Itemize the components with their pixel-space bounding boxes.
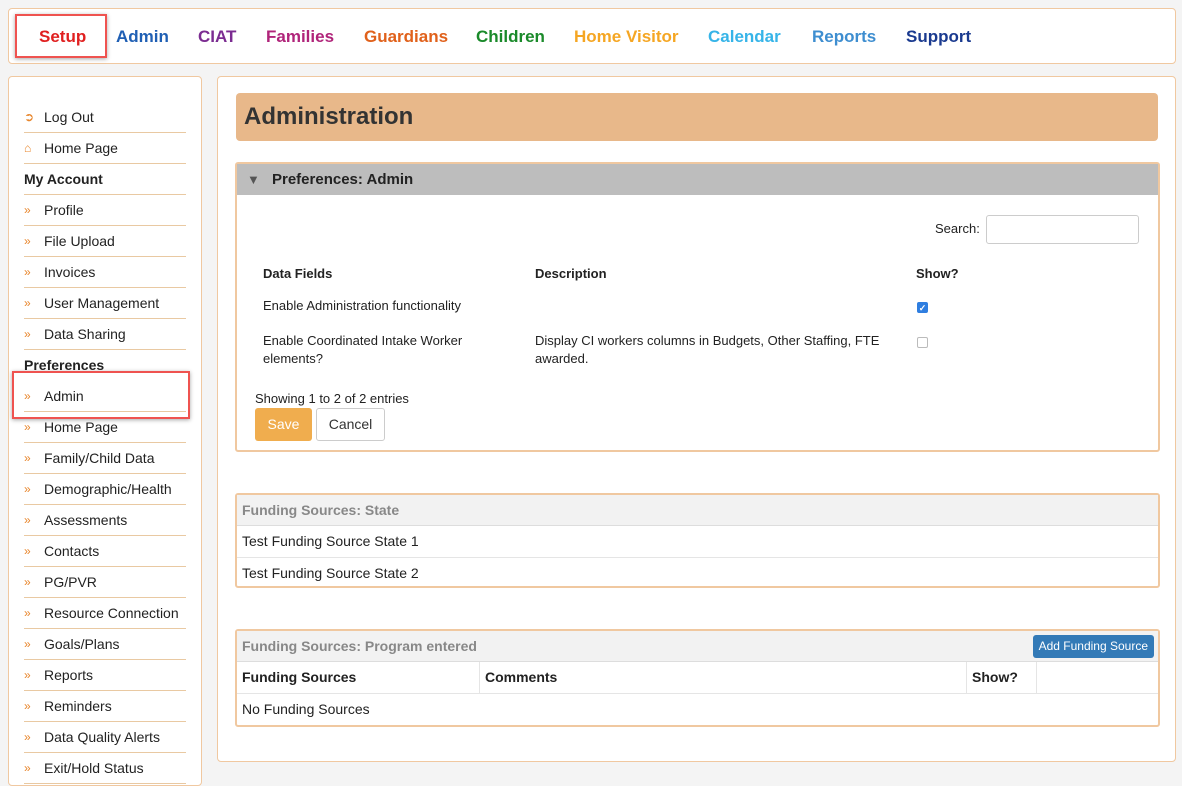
top-navigation: Setup Admin CIAT Families Guardians Chil…	[8, 8, 1176, 64]
sidebar-item-pref-exit-hold-status[interactable]: » Exit/Hold Status	[24, 753, 186, 784]
double-chevron-icon: »	[24, 265, 31, 279]
table-row: Test Funding Source State 2	[242, 565, 419, 581]
nav-reports[interactable]: Reports	[812, 27, 876, 47]
my-account-heading: My Account	[24, 164, 186, 195]
program-table-header: Funding Sources Comments Show?	[237, 662, 1158, 694]
main-content: Administration ▼ Preferences: Admin Sear…	[217, 76, 1176, 762]
page-title: Administration	[236, 93, 1158, 141]
double-chevron-icon: »	[24, 699, 31, 713]
sidebar-item-profile[interactable]: » Profile	[24, 195, 186, 226]
col-header-data-fields: Data Fields	[263, 266, 333, 281]
sidebar-item-pref-reports[interactable]: » Reports	[24, 660, 186, 691]
sign-out-icon: ➲	[24, 110, 35, 124]
nav-families[interactable]: Families	[266, 27, 334, 47]
nav-admin[interactable]: Admin	[116, 27, 169, 47]
row1-show-checkbox[interactable]: ✓	[917, 302, 928, 313]
sidebar-item-home-page[interactable]: ⌂ Home Page	[24, 133, 186, 164]
col-header-show[interactable]: Show?	[967, 662, 1037, 693]
nav-home-visitor[interactable]: Home Visitor	[574, 27, 679, 47]
empty-table-message: No Funding Sources	[242, 701, 370, 717]
sidebar-item-pref-pg-pvr[interactable]: » PG/PVR	[24, 567, 186, 598]
double-chevron-icon: »	[24, 296, 31, 310]
double-chevron-icon: »	[24, 389, 31, 403]
collapse-triangle-icon: ▼	[247, 172, 260, 187]
preferences-panel: ▼ Preferences: Admin Search: Data Fields…	[235, 162, 1160, 452]
sidebar-item-pref-home-page[interactable]: » Home Page	[24, 412, 186, 443]
sidebar-item-pref-resource-connection[interactable]: » Resource Connection	[24, 598, 186, 629]
save-button[interactable]: Save	[255, 408, 312, 441]
col-header-comments[interactable]: Comments	[480, 662, 967, 693]
row1-field: Enable Administration functionality	[263, 298, 462, 313]
row2-description-line2: awarded.	[535, 351, 589, 366]
sidebar-item-file-upload[interactable]: » File Upload	[24, 226, 186, 257]
sidebar-item-pref-data-quality-alerts[interactable]: » Data Quality Alerts	[24, 722, 186, 753]
state-funding-panel: Funding Sources: State Test Funding Sour…	[235, 493, 1160, 588]
double-chevron-icon: »	[24, 606, 31, 620]
sidebar-item-pref-contacts[interactable]: » Contacts	[24, 536, 186, 567]
sidebar-item-pref-admin[interactable]: » Admin	[24, 381, 186, 412]
program-funding-panel: Funding Sources: Program entered Add Fun…	[235, 629, 1160, 727]
sidebar-item-invoices[interactable]: » Invoices	[24, 257, 186, 288]
preferences-panel-header[interactable]: ▼ Preferences: Admin	[237, 164, 1158, 195]
row2-field-line2: elements?	[263, 351, 323, 366]
double-chevron-icon: »	[24, 451, 31, 465]
double-chevron-icon: »	[24, 668, 31, 682]
search-input[interactable]	[986, 215, 1139, 244]
double-chevron-icon: »	[24, 234, 31, 248]
sidebar-item-pref-demographic-health[interactable]: » Demographic/Health	[24, 474, 186, 505]
nav-setup[interactable]: Setup	[39, 27, 86, 47]
add-funding-source-button[interactable]: Add Funding Source	[1032, 635, 1154, 658]
double-chevron-icon: »	[24, 327, 31, 341]
sidebar-item-log-out[interactable]: ➲ Log Out	[24, 102, 186, 133]
col-header-funding-sources[interactable]: Funding Sources	[237, 662, 480, 693]
nav-calendar[interactable]: Calendar	[708, 27, 781, 47]
program-funding-header: Funding Sources: Program entered Add Fun…	[237, 631, 1158, 662]
sidebar-item-user-management[interactable]: » User Management	[24, 288, 186, 319]
home-icon: ⌂	[24, 141, 32, 155]
double-chevron-icon: »	[24, 203, 31, 217]
double-chevron-icon: »	[24, 761, 31, 775]
row2-show-checkbox[interactable]	[917, 337, 928, 348]
col-header-show: Show?	[916, 266, 959, 281]
state-funding-header: Funding Sources: State	[237, 495, 1158, 526]
sidebar-item-pref-reminders[interactable]: » Reminders	[24, 691, 186, 722]
sidebar: ➲ Log Out ⌂ Home Page My Account » Profil…	[8, 76, 202, 786]
col-header-description: Description	[535, 266, 607, 281]
search-label: Search:	[935, 221, 980, 236]
double-chevron-icon: »	[24, 513, 31, 527]
double-chevron-icon: »	[24, 420, 31, 434]
double-chevron-icon: »	[24, 575, 31, 589]
row2-description-line1: Display CI workers columns in Budgets, O…	[535, 333, 880, 348]
sidebar-item-pref-goals-plans[interactable]: » Goals/Plans	[24, 629, 186, 660]
nav-support[interactable]: Support	[906, 27, 971, 47]
sidebar-item-data-sharing[interactable]: » Data Sharing	[24, 319, 186, 350]
cancel-button[interactable]: Cancel	[316, 408, 385, 441]
sidebar-item-pref-family-child-data[interactable]: » Family/Child Data	[24, 443, 186, 474]
double-chevron-icon: »	[24, 544, 31, 558]
double-chevron-icon: »	[24, 730, 31, 744]
double-chevron-icon: »	[24, 637, 31, 651]
nav-ciat[interactable]: CIAT	[198, 27, 236, 47]
row2-field-line1: Enable Coordinated Intake Worker	[263, 333, 463, 348]
nav-guardians[interactable]: Guardians	[364, 27, 448, 47]
table-info: Showing 1 to 2 of 2 entries	[255, 391, 409, 406]
table-row: Test Funding Source State 1	[237, 526, 1158, 558]
sidebar-item-pref-assessments[interactable]: » Assessments	[24, 505, 186, 536]
nav-children[interactable]: Children	[476, 27, 545, 47]
double-chevron-icon: »	[24, 482, 31, 496]
